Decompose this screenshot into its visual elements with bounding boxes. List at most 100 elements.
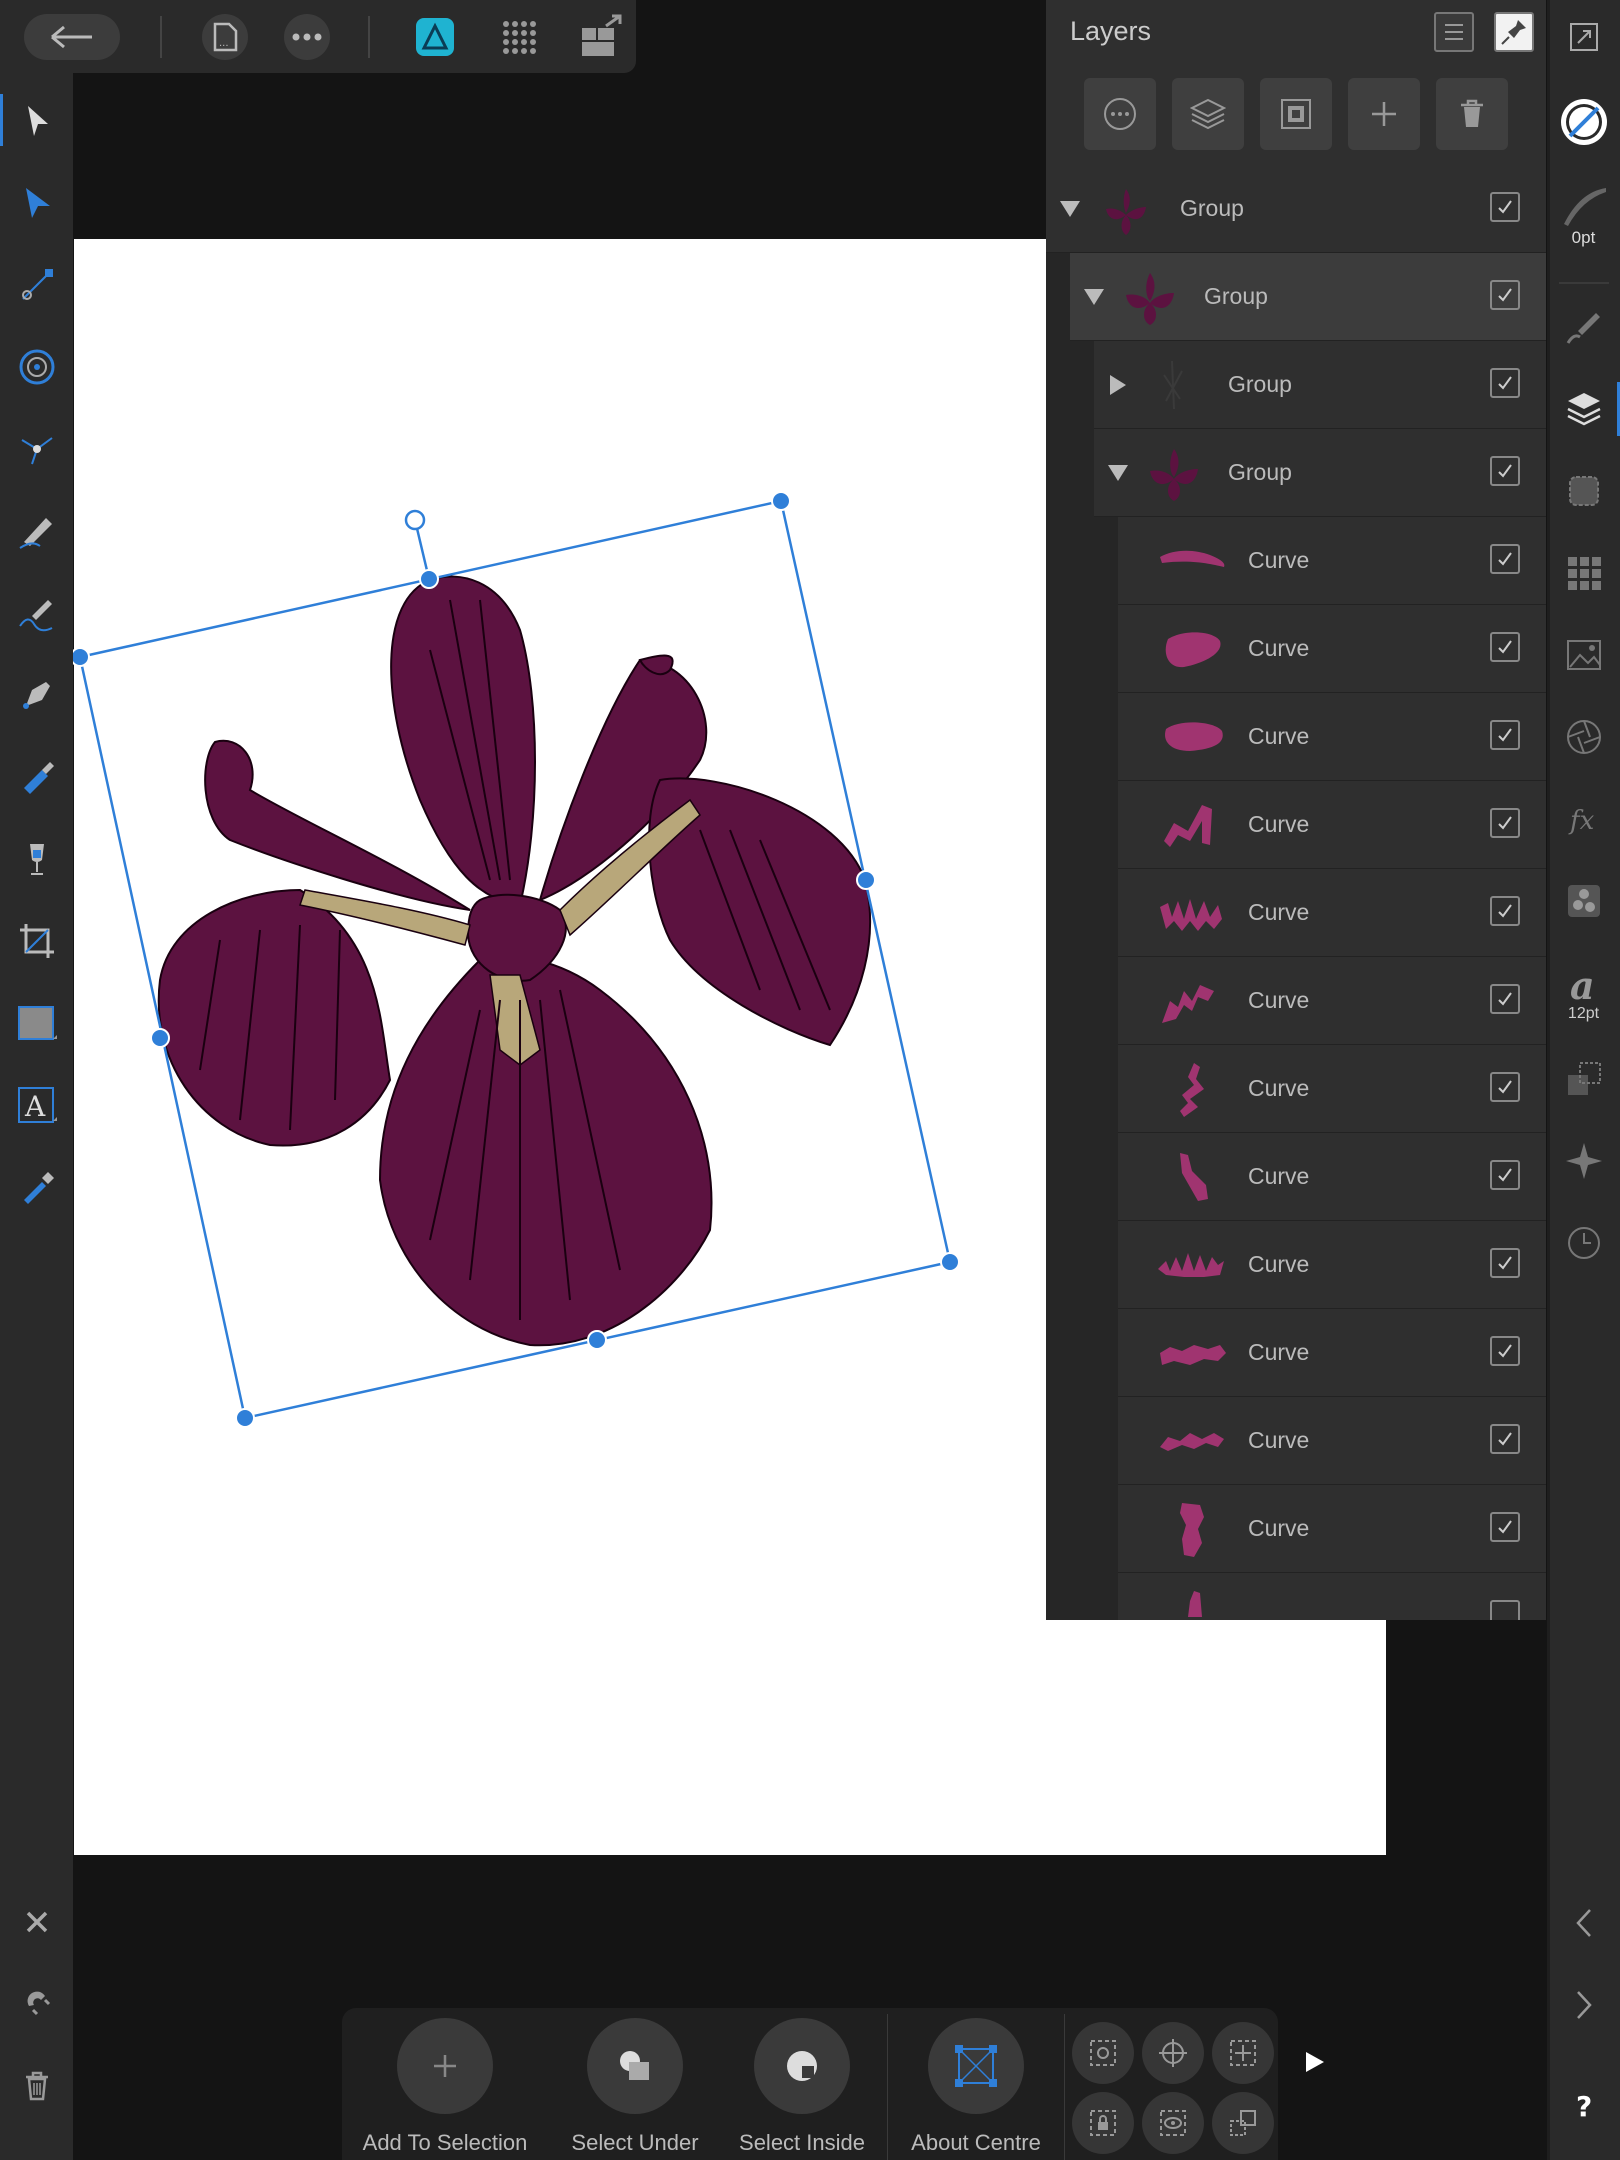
color-picker-tool[interactable] — [0, 1152, 73, 1222]
about-centre-button[interactable] — [928, 2018, 1024, 2114]
visibility-checkbox[interactable] — [1490, 544, 1520, 574]
visibility-checkbox[interactable] — [1490, 1336, 1520, 1366]
text-tool[interactable]: A — [0, 1070, 73, 1140]
snap-origin-button[interactable] — [1142, 2022, 1204, 2084]
pin-panel-button[interactable] — [1494, 12, 1534, 52]
add-button[interactable] — [1348, 78, 1420, 150]
iris-artwork[interactable] — [0, 0, 1046, 1860]
visibility-checkbox[interactable] — [1490, 984, 1520, 1014]
stroke-button[interactable]: 0pt — [1547, 170, 1620, 260]
document-button[interactable]: ... — [202, 14, 248, 60]
disclosure-triangle-icon[interactable] — [1108, 465, 1128, 481]
fullscreen-button[interactable] — [1547, 14, 1620, 60]
visibility-checkbox[interactable] — [1490, 456, 1520, 486]
transform-origin-button[interactable] — [1072, 2022, 1134, 2084]
layer-row[interactable]: Group — [1094, 429, 1546, 517]
collapse-left-button[interactable] — [1547, 1888, 1620, 1958]
layer-row[interactable]: Curve — [1118, 1133, 1546, 1221]
crop-tool[interactable] — [0, 906, 73, 976]
layer-row-partial[interactable] — [1118, 1573, 1546, 1620]
disclosure-triangle-icon[interactable] — [1060, 201, 1080, 217]
fill-tool[interactable] — [0, 742, 73, 812]
layer-row[interactable]: Curve — [1118, 1309, 1546, 1397]
layer-row[interactable]: Curve — [1118, 1397, 1546, 1485]
effects-button[interactable]: fx — [1547, 784, 1620, 854]
appearance-button[interactable] — [1547, 456, 1620, 526]
disclosure-triangle-icon[interactable] — [1084, 289, 1104, 305]
text-styles-button[interactable]: a 12pt — [1547, 948, 1620, 1040]
expand-right-button[interactable] — [1547, 1970, 1620, 2040]
styles-button[interactable] — [1547, 866, 1620, 936]
add-to-selection-button[interactable] — [397, 2018, 493, 2114]
move-tool[interactable] — [0, 86, 73, 156]
snapping-button[interactable] — [0, 1969, 73, 2039]
vector-brush-tool[interactable] — [0, 578, 73, 648]
add-layer-button[interactable] — [1172, 78, 1244, 150]
visibility-checkbox[interactable] — [1490, 1600, 1520, 1620]
visibility-checkbox[interactable] — [1490, 632, 1520, 662]
layer-row[interactable]: Curve — [1118, 693, 1546, 781]
help-button[interactable]: ? — [1547, 2070, 1620, 2140]
pencil-tool[interactable] — [0, 496, 73, 566]
select-under-button[interactable] — [587, 2018, 683, 2114]
history-button[interactable] — [1547, 1208, 1620, 1278]
visibility-checkbox[interactable] — [1490, 192, 1520, 222]
more-button[interactable] — [284, 14, 330, 60]
visibility-checkbox[interactable] — [1490, 1160, 1520, 1190]
visibility-checkbox[interactable] — [1490, 1072, 1520, 1102]
arrange-button[interactable] — [1212, 2092, 1274, 2154]
assets-button[interactable] — [1547, 620, 1620, 690]
delete-layer-button[interactable] — [1436, 78, 1508, 150]
checkmark-icon — [1498, 1168, 1512, 1182]
layer-row[interactable]: Group — [1046, 165, 1546, 253]
node-tool[interactable] — [0, 168, 73, 238]
designer-persona-button[interactable] — [412, 14, 458, 60]
delete-button[interactable] — [0, 2051, 73, 2121]
layer-list[interactable]: Group Group Group Group Curve Curve Curv… — [1046, 165, 1546, 1620]
layer-row[interactable]: Curve — [1118, 869, 1546, 957]
close-button[interactable] — [0, 1887, 73, 1957]
visibility-checkbox[interactable] — [1490, 808, 1520, 838]
layer-row[interactable]: Curve — [1118, 605, 1546, 693]
contour-tool[interactable] — [0, 414, 73, 484]
layer-row[interactable]: Curve — [1118, 957, 1546, 1045]
layer-row[interactable]: Curve — [1118, 517, 1546, 605]
visibility-checkbox[interactable] — [1490, 1248, 1520, 1278]
expand-context-button[interactable] — [1298, 2040, 1330, 2084]
visibility-checkbox[interactable] — [1490, 1424, 1520, 1454]
layer-options-button[interactable] — [1084, 78, 1156, 150]
layer-row[interactable]: Curve — [1118, 1485, 1546, 1573]
swatches-button[interactable] — [1547, 538, 1620, 608]
visibility-checkbox[interactable] — [1490, 896, 1520, 926]
export-persona-button[interactable] — [578, 14, 624, 60]
visibility-checkbox[interactable] — [1490, 280, 1520, 310]
visibility-checkbox[interactable] — [1490, 1512, 1520, 1542]
visibility-checkbox[interactable] — [1490, 368, 1520, 398]
add-pixel-layer-button[interactable] — [1260, 78, 1332, 150]
layer-row-selected[interactable]: Group — [1070, 253, 1546, 341]
colour-button[interactable] — [1547, 90, 1620, 154]
select-inside-button[interactable] — [754, 2018, 850, 2114]
disclosure-triangle-icon[interactable] — [1110, 375, 1126, 395]
navigator-button[interactable] — [1547, 1126, 1620, 1196]
layer-row[interactable]: Curve — [1118, 1045, 1546, 1133]
corner-tool[interactable] — [0, 250, 73, 320]
layer-row[interactable]: Curve — [1118, 1221, 1546, 1309]
rectangle-tool[interactable] — [0, 988, 73, 1058]
brushes-button[interactable] — [1547, 292, 1620, 362]
point-transform-tool[interactable] — [0, 332, 73, 402]
transform-button[interactable] — [1547, 702, 1620, 772]
transparency-tool[interactable] — [0, 824, 73, 894]
panel-menu-button[interactable] — [1434, 12, 1474, 52]
layers-button[interactable] — [1547, 374, 1620, 444]
back-button[interactable] — [24, 14, 120, 60]
transform-panel-button[interactable] — [1547, 1044, 1620, 1114]
pen-tool[interactable] — [0, 660, 73, 730]
pixel-persona-button[interactable] — [496, 14, 542, 60]
align-centre-button[interactable] — [1212, 2022, 1274, 2084]
lock-children-button[interactable] — [1072, 2092, 1134, 2154]
visibility-checkbox[interactable] — [1490, 720, 1520, 750]
visibility-button[interactable] — [1142, 2092, 1204, 2154]
layer-row[interactable]: Curve — [1118, 781, 1546, 869]
layer-row[interactable]: Group — [1094, 341, 1546, 429]
